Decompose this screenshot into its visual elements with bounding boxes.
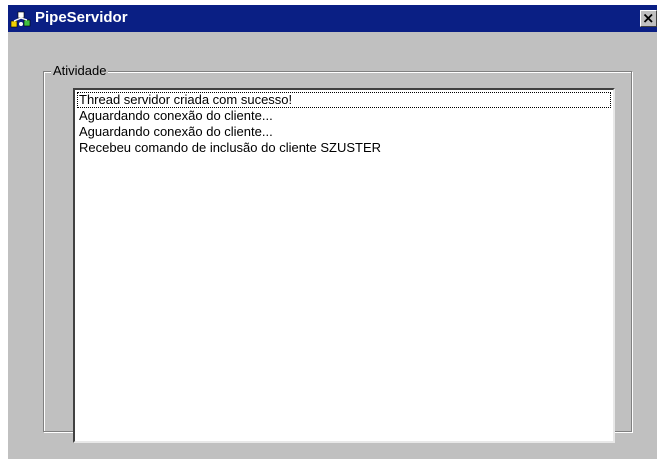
list-item[interactable]: Aguardando conexão do cliente...	[77, 124, 611, 140]
close-icon	[643, 13, 653, 23]
activity-groupbox-label: Atividade	[51, 63, 109, 79]
pipe-server-app-icon[interactable]	[10, 9, 32, 29]
title-bar[interactable]: PipeServidor	[0, 0, 657, 34]
close-button[interactable]	[640, 10, 657, 27]
list-item[interactable]: Recebeu comando de inclusão do cliente S…	[77, 140, 611, 156]
window-title: PipeServidor	[35, 9, 128, 26]
list-item[interactable]: Aguardando conexão do cliente...	[77, 108, 611, 124]
activity-listbox[interactable]: Thread servidor criada com sucesso! Agua…	[73, 88, 615, 443]
client-area: Atividade Thread servidor criada com suc…	[8, 32, 657, 459]
main-window: PipeServidor Atividade Thread servidor c…	[0, 0, 657, 459]
list-item[interactable]: Thread servidor criada com sucesso!	[77, 92, 611, 108]
activity-list: Thread servidor criada com sucesso! Agua…	[77, 92, 611, 156]
